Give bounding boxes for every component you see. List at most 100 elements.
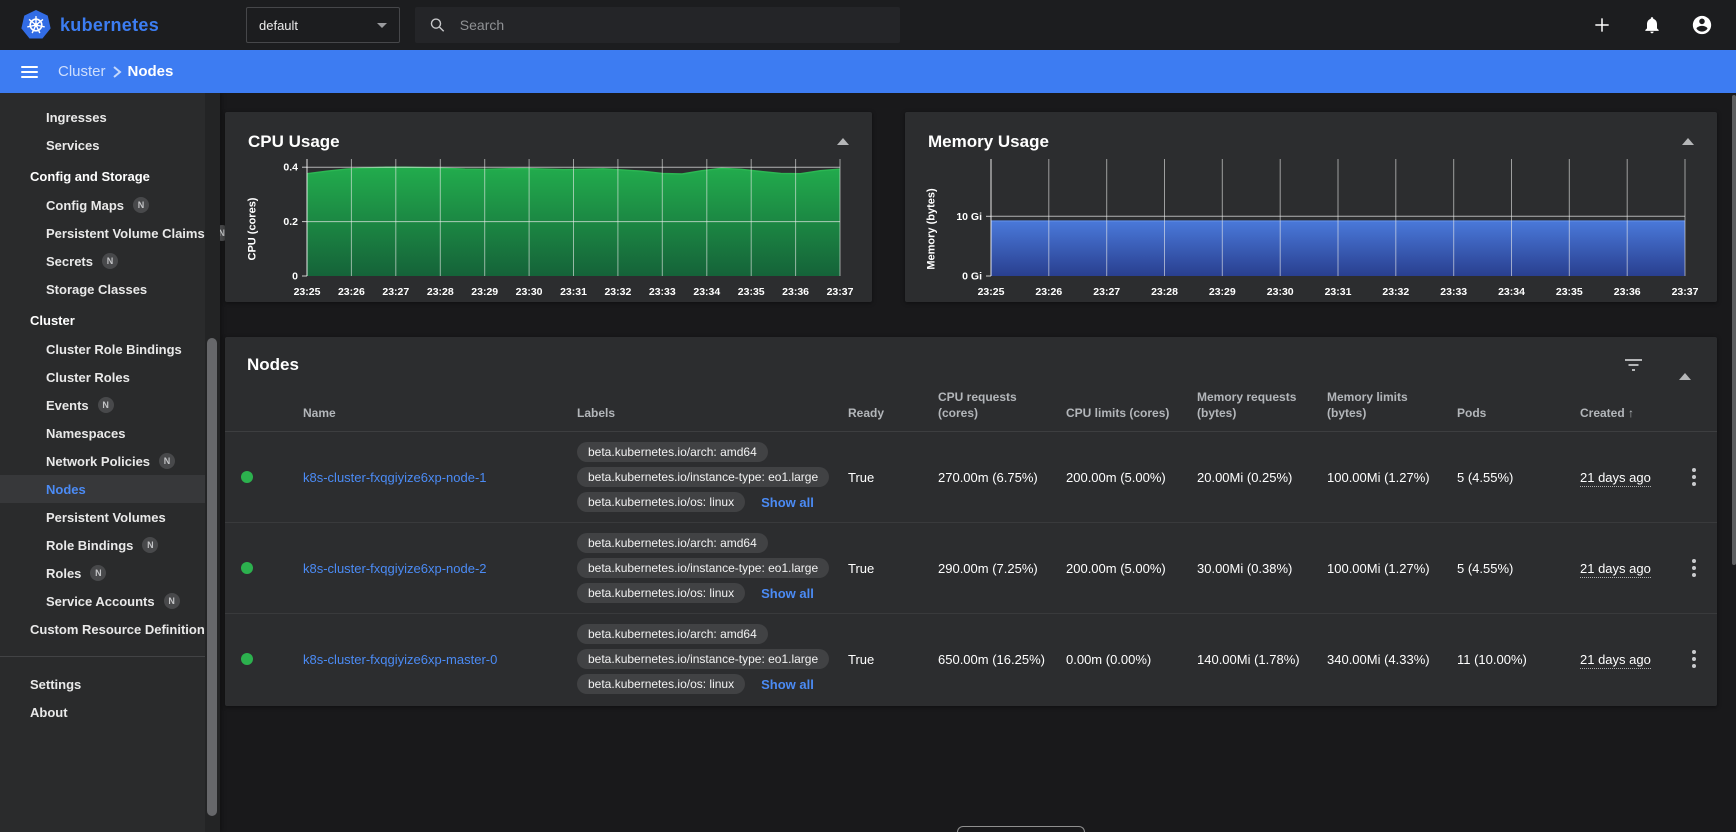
cpu-usage-card: CPU Usage CPU (cores) 23:2523:2623:2723:…: [225, 112, 872, 302]
column-header-memory-limits-bytes-[interactable]: Memory limits (bytes): [1327, 389, 1457, 421]
svg-text:10 Gi: 10 Gi: [956, 211, 982, 223]
search-bar[interactable]: [415, 7, 900, 43]
svg-text:23:26: 23:26: [1035, 286, 1062, 298]
sidebar-item-service-accounts[interactable]: Service Accounts N: [0, 587, 220, 615]
node-name-link[interactable]: k8s-cluster-fxqgiyize6xp-node-2: [303, 561, 487, 576]
sidebar-item-roles[interactable]: RolesN: [0, 559, 220, 587]
status-ok-icon: [241, 471, 253, 483]
cpu-limits-cell: 0.00m (0.00%): [1066, 652, 1197, 667]
show-all-link[interactable]: Show all: [761, 495, 814, 510]
sidebar-item-network-policies[interactable]: Network PoliciesN: [0, 447, 220, 475]
new-badge: N: [164, 593, 180, 609]
column-header-labels[interactable]: Labels: [577, 405, 848, 421]
svg-text:23:30: 23:30: [1267, 286, 1294, 298]
sidebar-scrollbar-thumb[interactable]: [207, 338, 217, 816]
window-scrollbar-thumb[interactable]: [1732, 95, 1736, 565]
svg-text:23:32: 23:32: [1382, 286, 1409, 298]
sidebar-item-label: Storage Classes: [46, 282, 147, 297]
sidebar-item-nodes[interactable]: Nodes: [0, 475, 220, 503]
row-actions-kebab-menu[interactable]: [1688, 555, 1700, 581]
cpu-requests-cell: 270.00m (6.75%): [938, 470, 1066, 485]
sidebar-item-label: Network Policies: [46, 454, 150, 469]
sidebar-item-label: Service Accounts: [46, 594, 155, 609]
sidebar-item-cluster-roles[interactable]: Cluster Roles: [0, 363, 220, 391]
sidebar-item-label: Events: [46, 398, 89, 413]
sidebar-item-role-bindings[interactable]: Role BindingsN: [0, 531, 220, 559]
column-header-created[interactable]: Created ↑: [1580, 405, 1670, 421]
sidebar-scrollbar[interactable]: [205, 93, 220, 832]
sidebar-item-cluster-role-bindings[interactable]: Cluster Role Bindings: [0, 335, 220, 363]
brand[interactable]: kubernetes: [0, 10, 246, 40]
cpu-limits-cell: 200.00m (5.00%): [1066, 561, 1197, 576]
svg-text:23:27: 23:27: [1093, 286, 1120, 298]
sidebar-item-list: Ingresses ServicesConfig and StorageConfi…: [0, 103, 220, 726]
pods-cell: 5 (4.55%): [1457, 561, 1580, 576]
svg-text:23:35: 23:35: [738, 286, 765, 298]
sidebar-item-services[interactable]: Services: [0, 131, 220, 159]
sidebar-item-secrets[interactable]: SecretsN: [0, 247, 220, 275]
sidebar-item-persistent-volume-claims[interactable]: Persistent Volume ClaimsN: [0, 219, 220, 247]
sort-ascending-icon: ↑: [1628, 406, 1634, 420]
cpu-usage-chart: 23:2523:2623:2723:2823:2923:3023:3123:32…: [263, 150, 848, 307]
memory-limits-cell: 100.00Mi (1.27%): [1327, 561, 1457, 576]
column-header-cpu-requests-cores-[interactable]: CPU requests (cores): [938, 389, 1066, 421]
topbar-actions: [1590, 13, 1736, 37]
column-header-name[interactable]: Name: [303, 405, 577, 421]
column-header-ready[interactable]: Ready: [848, 405, 938, 421]
row-actions-kebab-menu[interactable]: [1688, 464, 1700, 490]
cpu-limits-cell: 200.00m (5.00%): [1066, 470, 1197, 485]
sidebar-item-storage-classes[interactable]: Storage Classes: [0, 275, 220, 303]
column-header-memory-requests-bytes-[interactable]: Memory requests (bytes): [1197, 389, 1327, 421]
breadcrumb-parent[interactable]: Cluster: [58, 63, 106, 80]
create-plus-button[interactable]: [1590, 13, 1614, 37]
row-actions-kebab-menu[interactable]: [1688, 646, 1700, 672]
label-chip: beta.kubernetes.io/os: linux: [577, 492, 745, 512]
column-header-cpu-limits-cores-[interactable]: CPU limits (cores): [1066, 405, 1197, 421]
sidebar-item-label: Nodes: [46, 482, 86, 497]
chevron-down-icon: [377, 23, 387, 28]
sidebar-item-config-maps[interactable]: Config MapsN: [0, 191, 220, 219]
ready-cell: True: [848, 470, 938, 485]
new-badge: N: [102, 253, 118, 269]
label-chip: beta.kubernetes.io/arch: amd64: [577, 533, 768, 553]
svg-text:23:25: 23:25: [978, 286, 1005, 298]
sidebar-item-about[interactable]: About: [0, 698, 220, 726]
sidebar-item-ingresses[interactable]: Ingresses: [0, 103, 220, 131]
svg-text:23:29: 23:29: [1209, 286, 1236, 298]
sidebar-group-header: Config and Storage: [0, 161, 220, 191]
memory-limits-cell: 340.00Mi (4.33%): [1327, 652, 1457, 667]
label-chip: beta.kubernetes.io/os: linux: [577, 674, 745, 694]
show-all-link[interactable]: Show all: [761, 586, 814, 601]
namespace-select[interactable]: default: [246, 7, 400, 43]
chevron-right-icon: [112, 66, 122, 78]
sidebar-item-label: Ingresses: [46, 110, 107, 125]
node-name-link[interactable]: k8s-cluster-fxqgiyize6xp-node-1: [303, 470, 487, 485]
nodes-table-card: Nodes NameLabelsReadyCPU requests (cores…: [225, 337, 1717, 706]
sidebar-item-settings[interactable]: Settings: [0, 670, 220, 698]
node-name-link[interactable]: k8s-cluster-fxqgiyize6xp-master-0: [303, 652, 497, 667]
column-header-pods[interactable]: Pods: [1457, 405, 1580, 421]
sidebar-item-label: Settings: [30, 677, 81, 692]
svg-text:23:31: 23:31: [1325, 286, 1352, 298]
sidebar-item-label: Namespaces: [46, 426, 126, 441]
svg-text:23:34: 23:34: [693, 286, 720, 298]
sidebar-item-namespaces[interactable]: Namespaces: [0, 419, 220, 447]
labels-cell: beta.kubernetes.io/arch: amd64beta.kuber…: [577, 432, 848, 522]
menu-hamburger-icon[interactable]: [21, 66, 38, 78]
cpu-chart-title: CPU Usage: [241, 112, 856, 154]
sidebar-item-events[interactable]: EventsN: [0, 391, 220, 419]
show-all-link[interactable]: Show all: [761, 677, 814, 692]
nodes-card-collapse-button[interactable]: [1679, 356, 1691, 374]
svg-text:23:37: 23:37: [827, 286, 854, 298]
table-header-row: NameLabelsReadyCPU requests (cores)CPU l…: [225, 385, 1717, 432]
search-input[interactable]: [460, 17, 886, 33]
sidebar-item-custom-resource-definitions[interactable]: Custom Resource Definitions: [0, 615, 220, 643]
notifications-bell-button[interactable]: [1640, 13, 1664, 37]
cpu-card-collapse-button[interactable]: [836, 136, 850, 146]
account-avatar-button[interactable]: [1690, 13, 1714, 37]
svg-text:23:32: 23:32: [604, 286, 631, 298]
filter-icon[interactable]: [1624, 358, 1643, 372]
memory-card-collapse-button[interactable]: [1681, 136, 1695, 146]
sidebar-item-label: Roles: [46, 566, 81, 581]
sidebar-item-persistent-volumes[interactable]: Persistent Volumes: [0, 503, 220, 531]
